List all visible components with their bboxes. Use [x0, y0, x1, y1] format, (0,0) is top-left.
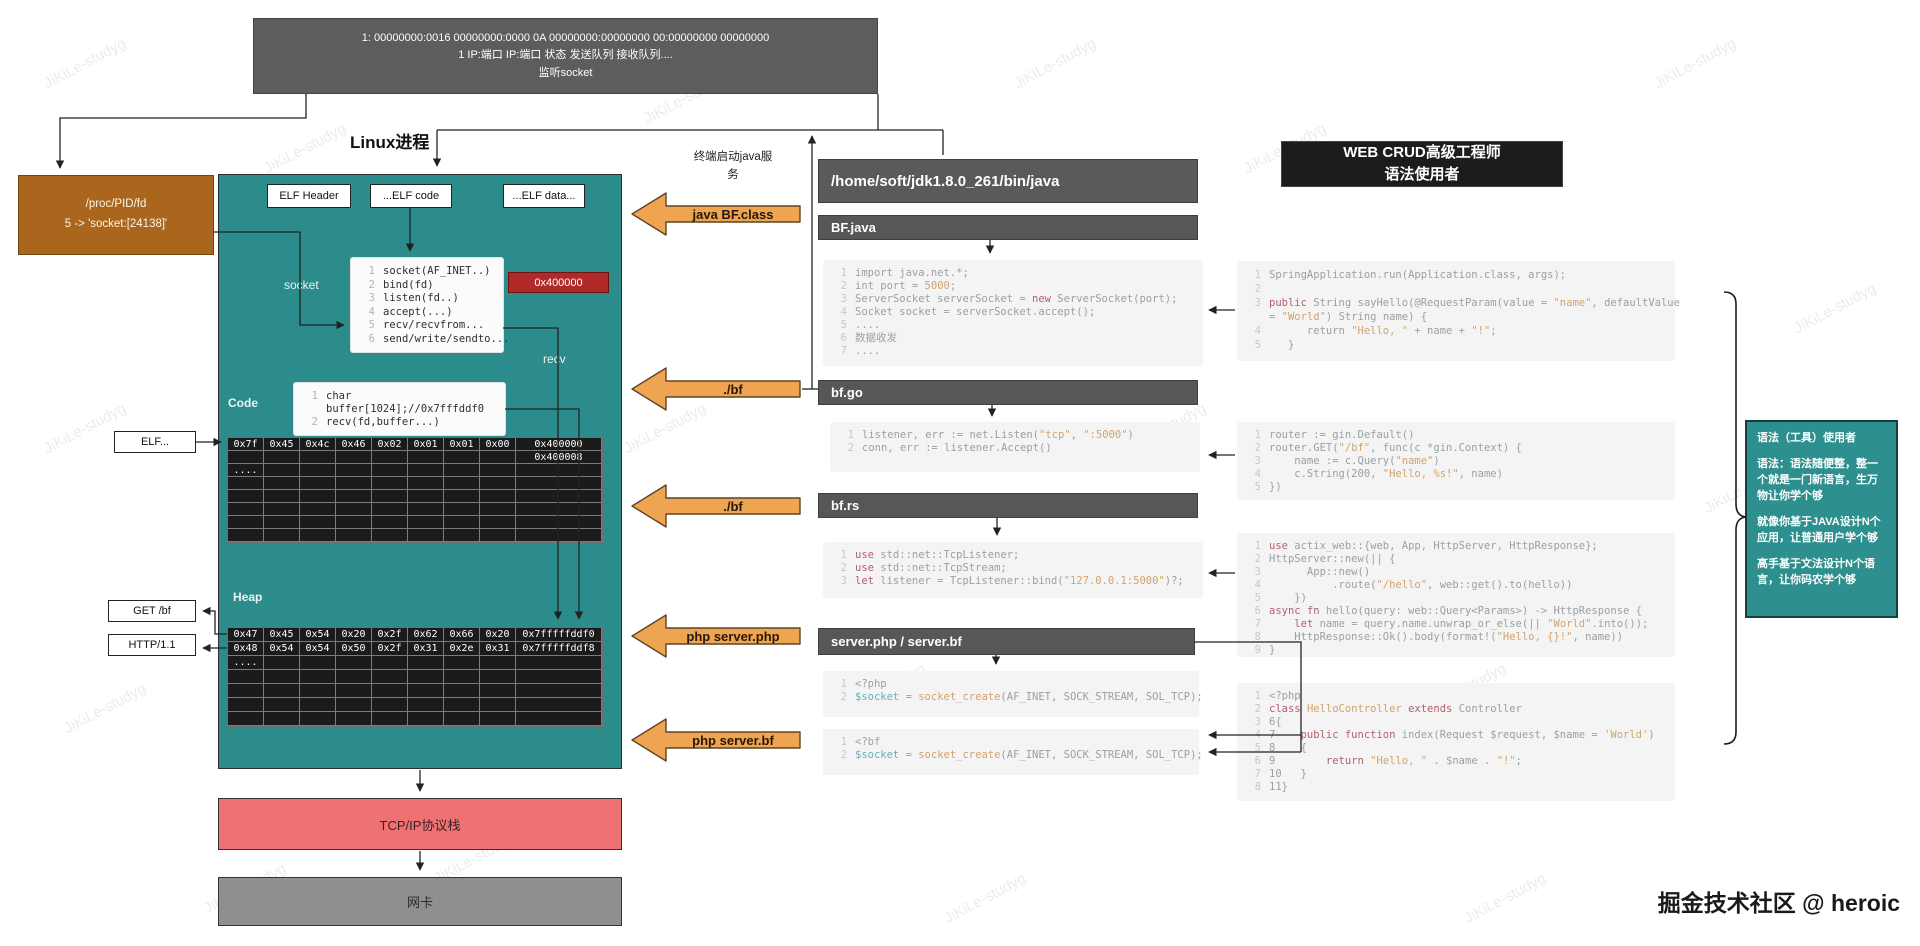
- bf-rs-header-text: bf.rs: [831, 498, 859, 513]
- spring-code: 1SpringApplication.run(Application.class…: [1237, 261, 1675, 361]
- bf-java-header: BF.java: [818, 215, 1198, 240]
- arrow-run-bf-2: ./bf: [630, 483, 802, 529]
- elf-header-label: ELF Header: [279, 190, 338, 202]
- elf-ref-label: ELF...: [114, 431, 196, 453]
- nic-box: 网卡: [218, 877, 622, 926]
- arrow-php2-label: php server.bf: [668, 727, 798, 753]
- bf-go-code: 1listener, err := net.Listen("tcp", ":50…: [830, 422, 1200, 472]
- brace-icon: [1724, 292, 1746, 744]
- watermark-text: JiKiLe-studyg: [1651, 35, 1738, 92]
- bf-rs-header: bf.rs: [818, 493, 1198, 518]
- heap-label: Heap: [233, 590, 262, 604]
- proc-fd-path: /proc/PID/fd: [86, 195, 147, 215]
- elf-code-label: ...ELF code: [383, 190, 439, 202]
- bf-java-header-text: BF.java: [831, 220, 876, 235]
- role-line2: 语法使用者: [1384, 164, 1459, 186]
- terminal-note: 终端启动java服 务: [648, 148, 818, 185]
- get-request-text: GET /bf: [133, 605, 171, 617]
- code-memory-table: 0x7f0x450x4c0x460x020x010x010x000x400000…: [227, 437, 603, 543]
- watermark-text: JiKiLe-studyg: [1791, 280, 1878, 337]
- bf-rs-code: 1use std::net::TcpListener;2use std::net…: [823, 542, 1203, 598]
- note-paragraph-3: 高手基于文法设计N个语言，让你码农学个够: [1757, 557, 1886, 589]
- address-badge: 0x400000: [508, 272, 609, 293]
- credit-text: 掘金技术社区 @ heroic: [1600, 884, 1900, 918]
- watermark-text: JiKiLe-studyg: [941, 870, 1028, 927]
- gin-code: 1router := gin.Default()2router.GET("/bf…: [1237, 422, 1675, 500]
- proc-net-tcp-box: 1: 00000000:0016 00000000:0000 0A 000000…: [253, 18, 878, 94]
- watermark-text: JiKiLe-studyg: [1011, 35, 1098, 92]
- grammar-note-box: 语法（工具）使用者 语法：语法随便整，整一个就是一门新语言，生万物让你学个够 就…: [1745, 420, 1898, 618]
- tcp-entry-line: 1: 00000000:0016 00000000:0000 0A 000000…: [362, 30, 769, 48]
- proc-fd-entry: 5 -> 'socket:[24138]': [65, 215, 168, 235]
- elf-code-chip: ...ELF code: [370, 184, 452, 208]
- socket-label: socket: [284, 278, 319, 292]
- heap-memory-table: 0x470x450x540x200x2f0x620x660x200x7fffff…: [227, 627, 603, 727]
- arrow-bf2-label: ./bf: [668, 493, 798, 519]
- php-header: server.php / server.bf: [818, 628, 1195, 655]
- elf-data-label: ...ELF data...: [513, 190, 576, 202]
- listen-socket-line: 监听socket: [539, 65, 593, 83]
- arrow-php-serverbf: php server.bf: [630, 717, 802, 763]
- bf-go-header-text: bf.go: [831, 385, 863, 400]
- arrow-run-bf-1: ./bf: [630, 366, 802, 412]
- arrow-java-bfclass: java BF.class: [630, 191, 802, 237]
- arrow-php-serverphp: php server.php: [630, 613, 802, 659]
- watermark-text: JiKiLe-studyg: [61, 680, 148, 737]
- arrow-php1-label: php server.php: [668, 623, 798, 649]
- elf-data-chip: ...ELF data...: [503, 184, 585, 208]
- role-line1: WEB CRUD高级工程师: [1343, 142, 1501, 164]
- php-header-text: server.php / server.bf: [831, 634, 962, 649]
- java-path-text: /home/soft/jdk1.8.0_261/bin/java: [831, 173, 1059, 190]
- php-code-1: 1<?php2$socket = socket_create(AF_INET, …: [823, 671, 1199, 717]
- proc-fd-box: /proc/PID/fd 5 -> 'socket:[24138]': [18, 175, 214, 255]
- actix-code: 1use actix_web::{web, App, HttpServer, H…: [1237, 533, 1675, 657]
- http-request-label: HTTP/1.1: [108, 634, 196, 656]
- recv-label: recv: [543, 352, 566, 366]
- linux-process-title: Linux进程: [350, 128, 429, 153]
- bf-java-code: 1import java.net.*;2int port = 5000;3Ser…: [823, 260, 1203, 366]
- code-section-label: Code: [228, 396, 258, 410]
- elf-ref-text: ELF...: [141, 436, 169, 448]
- diagram-canvas: JiKiLe-studyg JiKiLe-studyg JiKiLe-studyg J…: [0, 0, 1920, 946]
- note-paragraph-1: 语法：语法随便整，整一个就是一门新语言，生万物让你学个够: [1757, 457, 1886, 505]
- syscall-code-box: 1socket(AF_INET..)2bind(fd)3listen(fd..)…: [351, 258, 503, 352]
- http-request-text: HTTP/1.1: [128, 639, 175, 651]
- java-path-header: /home/soft/jdk1.8.0_261/bin/java: [818, 159, 1198, 203]
- watermark-text: JiKiLe-studyg: [41, 35, 128, 92]
- watermark-text: JiKiLe-studyg: [261, 120, 348, 177]
- buffer-code-box: 1charbuffer[1024];//0x7fffddf02recv(fd,b…: [294, 383, 505, 435]
- note-paragraph-2: 就像你基于JAVA设计N个应用，让普通用户学个够: [1757, 515, 1886, 547]
- tcp-columns-line: 1 IP:端口 IP:端口 状态 发送队列 接收队列....: [458, 47, 673, 65]
- bf-go-header: bf.go: [818, 380, 1198, 405]
- arrow-java-label: java BF.class: [668, 201, 798, 227]
- tcp-stack-box: TCP/IP协议栈: [218, 798, 622, 850]
- arrow-bf1-label: ./bf: [668, 376, 798, 402]
- php-code-2: 1<?bf2$socket = socket_create(AF_INET, S…: [823, 729, 1199, 775]
- watermark-text: JiKiLe-studyg: [1461, 870, 1548, 927]
- note-title: 语法（工具）使用者: [1757, 431, 1886, 447]
- role-box: WEB CRUD高级工程师 语法使用者: [1281, 141, 1563, 187]
- get-request-label: GET /bf: [108, 600, 196, 622]
- elf-header-chip: ELF Header: [267, 184, 351, 208]
- laravel-code: 1<?php2class HelloController extends Con…: [1237, 683, 1675, 801]
